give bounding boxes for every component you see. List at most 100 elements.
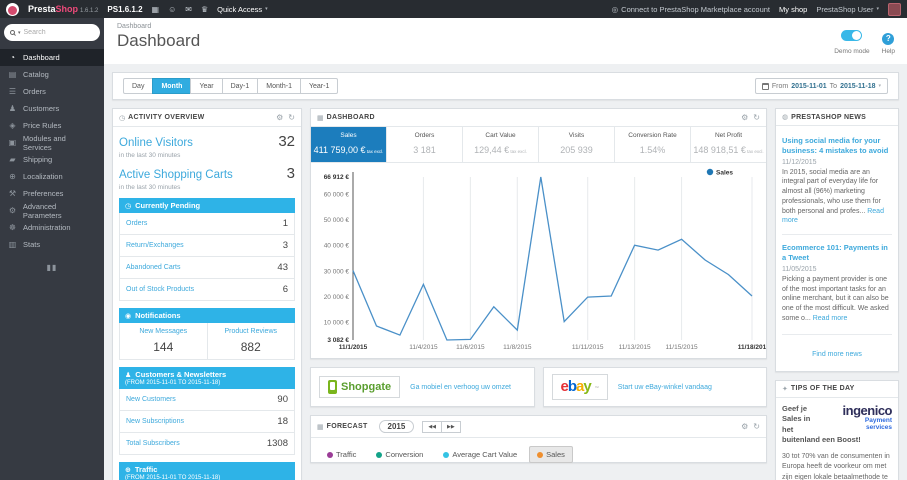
forecast-prev-button[interactable]: ◀◀ — [422, 420, 443, 433]
table-row-new-subscriptions[interactable]: New Subscriptions 18 — [120, 411, 294, 433]
clock-icon: ◷ — [125, 202, 132, 210]
shopgate-promo-link[interactable]: Ga mobiel en verhoog uw omzet — [410, 384, 511, 391]
sidebar-search[interactable]: ▾ — [4, 24, 100, 41]
range-button-day[interactable]: Day — [123, 78, 154, 94]
refresh-icon[interactable]: ↻ — [288, 113, 295, 122]
search-scope-caret-icon[interactable]: ▾ — [18, 30, 21, 36]
range-button-year-1[interactable]: Year-1 — [299, 78, 339, 94]
read-more-link[interactable]: Read more — [782, 208, 884, 225]
version-label: 1.6.1.2 — [80, 8, 99, 14]
catalog-icon: ▤ — [8, 70, 17, 79]
forecast-panel: ▦ FORECAST 2015 ◀◀ ▶▶ ⚙ ↻ Traffic Conversi… — [310, 415, 767, 463]
table-row-abandoned-carts[interactable]: Abandoned Carts 43 — [120, 257, 294, 279]
ebay-promo-link[interactable]: Start uw eBay-winkel vandaag — [618, 384, 712, 391]
sidebar-item-shipping[interactable]: ▰ Shipping — [0, 151, 104, 168]
shopgate-logo[interactable]: Shopgate — [319, 376, 401, 398]
quick-access-menu[interactable]: Quick Access ▾ — [217, 5, 268, 14]
person-icon: ♟ — [125, 371, 132, 379]
marketplace-link[interactable]: ◎ Connect to PrestaShop Marketplace accou… — [612, 5, 770, 14]
table-row-total-subscribers[interactable]: Total Subscribers 1308 — [120, 433, 294, 454]
refresh-icon[interactable]: ↻ — [753, 113, 760, 122]
row-label: Abandoned Carts — [126, 264, 181, 271]
row-value: 90 — [277, 394, 288, 405]
news-article: Using social media for your business: 4 … — [782, 132, 892, 230]
sidebar-item-label: Modules and Services — [22, 133, 66, 152]
notifications-header: ◉ Notifications — [119, 308, 295, 323]
gear-icon[interactable]: ⚙ — [741, 113, 748, 122]
notification-cell-new-messages[interactable]: New Messages 144 — [120, 323, 208, 359]
row-value: 6 — [282, 284, 288, 295]
forecast-tab-traffic[interactable]: Traffic — [319, 446, 364, 463]
svg-text:11/6/2015: 11/6/2015 — [456, 344, 485, 351]
user-menu[interactable]: PrestaShop User ▾ — [816, 5, 879, 14]
customers-topbar-icon[interactable]: ☺ — [168, 5, 176, 14]
metric-tile-conversion-rate[interactable]: Conversion Rate 1.54% — [615, 127, 691, 162]
table-row-return-exchanges[interactable]: Return/Exchanges 3 — [120, 235, 294, 257]
refresh-icon[interactable]: ↻ — [753, 422, 760, 431]
range-button-year[interactable]: Year — [190, 78, 223, 94]
legend-dot-icon — [327, 451, 333, 458]
find-more-news-link[interactable]: Find more news — [812, 351, 862, 358]
read-more-link[interactable]: Read more — [813, 315, 848, 322]
calendar-icon — [761, 82, 769, 90]
notification-cell-product-reviews[interactable]: Product Reviews 882 — [208, 323, 295, 359]
messages-icon[interactable]: ✉ — [185, 5, 192, 14]
date-range-picker[interactable]: From 2015-11-01 To 2015-11-18 ▾ — [754, 78, 888, 94]
sidebar-item-dashboard[interactable]: ◔ Dashboard — [0, 49, 104, 66]
brand-presta: Presta — [28, 4, 56, 14]
sidebar-item-advanced-parameters[interactable]: ⚙ Advanced Parameters — [0, 202, 104, 220]
range-button-month[interactable]: Month — [152, 78, 192, 94]
sidebar-item-localization[interactable]: ⊕ Localization — [0, 168, 104, 185]
table-row-new-customers[interactable]: New Customers 90 — [120, 389, 294, 411]
ebay-letter: y — [583, 378, 591, 395]
metric-tile-visits[interactable]: Visits 205 939 — [539, 127, 615, 162]
user-avatar[interactable] — [888, 2, 901, 16]
sidebar-item-label: Stats — [23, 240, 41, 249]
gear-icon[interactable]: ⚙ — [741, 422, 748, 431]
search-input[interactable] — [23, 29, 79, 36]
sidebar-item-catalog[interactable]: ▤ Catalog — [0, 66, 104, 83]
ebay-logo[interactable]: ebay ™ — [551, 374, 608, 400]
forecast-tab-sales[interactable]: Sales — [529, 446, 573, 463]
cart-icon[interactable]: ▦ — [152, 5, 160, 14]
table-row-out-of-stock-products[interactable]: Out of Stock Products 6 — [120, 279, 294, 300]
forecast-tab-conversion[interactable]: Conversion — [368, 446, 431, 463]
sidebar-item-stats[interactable]: ▥ Stats — [0, 236, 104, 253]
gear-icon[interactable]: ⚙ — [276, 113, 283, 122]
help-icon[interactable]: ? — [882, 32, 895, 45]
range-button-month-1[interactable]: Month-1 — [257, 78, 301, 94]
news-article-title[interactable]: Using social media for your business: 4 … — [782, 136, 892, 156]
forecast-next-button[interactable]: ▶▶ — [441, 420, 461, 433]
sidebar-item-preferences[interactable]: ⚒ Preferences — [0, 185, 104, 202]
sidebar-item-customers[interactable]: ♟ Customers — [0, 100, 104, 117]
row-value: 43 — [277, 262, 288, 273]
table-row-orders[interactable]: Orders 1 — [120, 213, 294, 235]
metric-tile-net-profit[interactable]: Net Profit 148 918,51 € tax excl. — [691, 127, 766, 162]
metric-tile-orders[interactable]: Orders 3 181 — [387, 127, 463, 162]
svg-text:30 000 €: 30 000 € — [324, 268, 350, 275]
tips-panel-title: TIPS OF THE DAY — [790, 385, 855, 393]
demo-mode-toggle[interactable] — [841, 30, 863, 41]
news-article-title[interactable]: Ecommerce 101: Payments in a Tweet — [782, 243, 892, 263]
my-shop-link[interactable]: My shop — [779, 5, 807, 14]
shopgate-icon — [328, 380, 337, 394]
range-button-day-1[interactable]: Day-1 — [221, 78, 259, 94]
sidebar-item-price-rules[interactable]: ◈ Price Rules — [0, 117, 104, 134]
metric-label: Orders — [414, 132, 435, 139]
forecast-tab-average-cart-value[interactable]: Average Cart Value — [435, 446, 525, 463]
sidebar-item-administration[interactable]: ☸ Administration — [0, 219, 104, 236]
sidebar-collapse-button[interactable]: ▮▮ — [0, 263, 104, 272]
sidebar-item-modules-and-services[interactable]: ▣ Modules and Services — [0, 133, 104, 152]
prestashop-logo[interactable] — [6, 2, 19, 16]
metric-tile-cart-value[interactable]: Cart Value 129,44 € tax excl. — [463, 127, 539, 162]
activity-link-online-visitors[interactable]: Online Visitors — [119, 137, 193, 149]
sidebar-item-orders[interactable]: ☰ Orders — [0, 83, 104, 100]
activity-overview-panel: ◷ ACTIVITY OVERVIEW ⚙ ↻ Online Visitors in… — [112, 108, 302, 480]
activity-link-active-shopping-carts[interactable]: Active Shopping Carts — [119, 169, 233, 181]
toggle-knob — [852, 31, 862, 40]
metric-tile-sales[interactable]: Sales 411 759,00 € tax excl. — [311, 127, 387, 162]
svg-text:66 912 €: 66 912 € — [324, 174, 350, 181]
activity-big-row: Active Shopping Carts in the last 30 minu… — [119, 165, 295, 191]
dashboard-panel-title: DASHBOARD — [326, 114, 375, 121]
badges-icon[interactable]: ♛ — [201, 5, 208, 14]
